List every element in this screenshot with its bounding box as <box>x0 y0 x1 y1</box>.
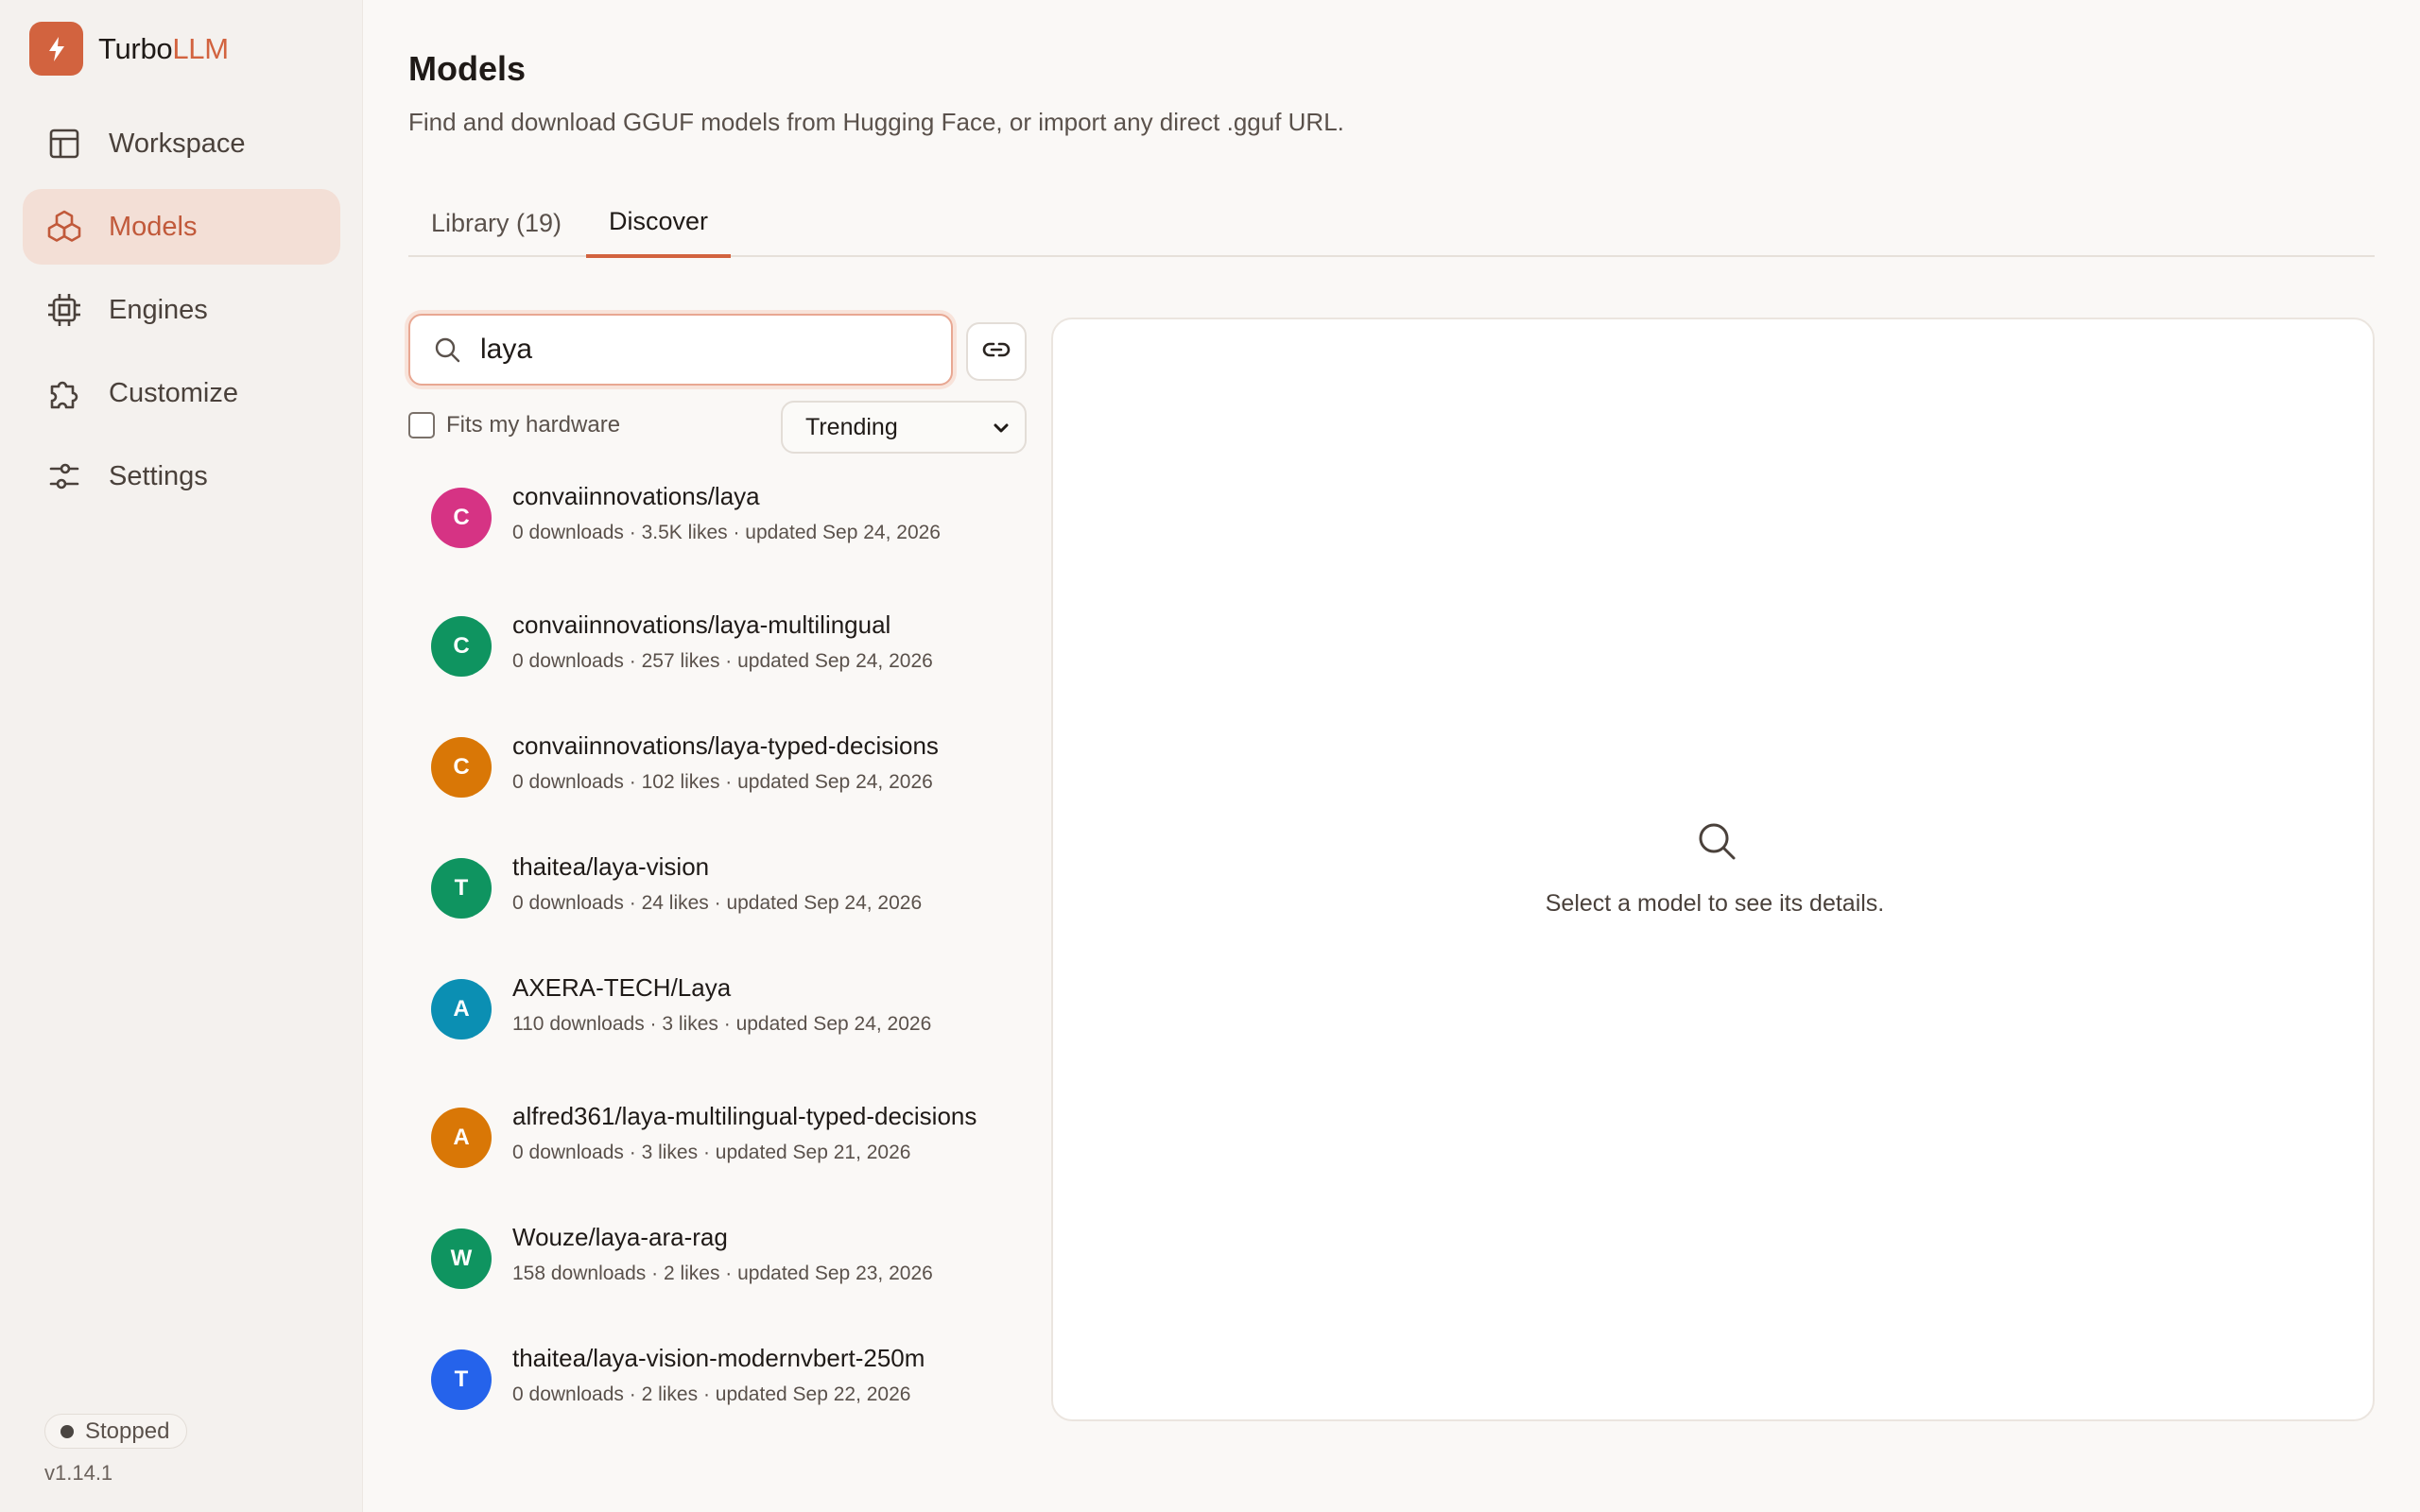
sort-selected-value: Trending <box>805 413 898 440</box>
brand-name: TurboLLM <box>98 31 229 65</box>
chevron-down-icon <box>991 418 1011 445</box>
avatar: C <box>431 488 492 548</box>
bolt-icon <box>29 22 83 76</box>
model-name: convaiinnovations/laya-typed-decisions <box>512 731 939 760</box>
sidebar-item-models[interactable]: Models <box>23 189 340 265</box>
sidebar-item-label: Models <box>109 211 198 242</box>
main-content: Models Find and download GGUF models fro… <box>408 0 2375 1512</box>
tab-bar: Library (19) Discover <box>408 189 2375 258</box>
import-url-button[interactable] <box>966 322 1027 381</box>
model-meta: 0 downloads · 2 likes · updated Sep 22, … <box>512 1383 911 1405</box>
sidebar-item-label: Customize <box>109 377 238 408</box>
avatar: A <box>431 1108 492 1168</box>
fits-hardware-label: Fits my hardware <box>446 412 621 438</box>
model-meta: 0 downloads · 3.5K likes · updated Sep 2… <box>512 522 941 543</box>
empty-state-text: Select a model to see its details. <box>1545 890 1885 917</box>
server-status-badge: Stopped <box>44 1414 188 1449</box>
search-input[interactable] <box>480 334 915 366</box>
layout-icon <box>45 125 83 163</box>
tab-library[interactable]: Library (19) <box>408 189 584 257</box>
model-meta: 158 downloads · 2 likes · updated Sep 23… <box>512 1263 933 1284</box>
list-item[interactable]: A alfred361/laya-multilingual-typed-deci… <box>408 1092 1032 1202</box>
model-detail-panel: Select a model to see its details. <box>1051 318 2375 1421</box>
sidebar-item-workspace[interactable]: Workspace <box>23 106 340 181</box>
model-name: convaiinnovations/laya <box>512 482 760 510</box>
puzzle-icon <box>45 374 83 412</box>
avatar: A <box>431 979 492 1040</box>
avatar: C <box>431 616 492 677</box>
model-name: alfred361/laya-multilingual-typed-decisi… <box>512 1102 977 1130</box>
cubes-icon <box>45 208 83 246</box>
avatar: T <box>431 858 492 919</box>
sliders-icon <box>45 457 83 495</box>
search-icon <box>1694 818 1739 864</box>
model-name: thaitea/laya-vision <box>512 852 710 881</box>
avatar: T <box>431 1349 492 1410</box>
model-name: Wouze/laya-ara-rag <box>512 1223 728 1251</box>
avatar: W <box>431 1228 492 1289</box>
model-meta: 0 downloads · 102 likes · updated Sep 24… <box>512 771 933 793</box>
list-item[interactable]: T thaitea/laya-vision 0 downloads · 24 l… <box>408 843 1032 953</box>
avatar: C <box>431 737 492 798</box>
app-version: v1.14.1 <box>44 1461 113 1485</box>
sidebar: TurboLLM Workspace Models Engines Custom… <box>0 0 363 1512</box>
model-name: AXERA-TECH/Laya <box>512 973 732 1002</box>
model-meta: 0 downloads · 24 likes · updated Sep 24,… <box>512 892 923 914</box>
status-dot-icon <box>60 1424 74 1438</box>
list-item[interactable]: C convaiinnovations/laya-multilingual 0 … <box>408 601 1032 711</box>
list-item[interactable]: W Wouze/laya-ara-rag 158 downloads · 2 l… <box>408 1213 1032 1323</box>
sidebar-nav: Workspace Models Engines Customize Setti… <box>23 106 340 522</box>
list-item[interactable]: C convaiinnovations/laya 0 downloads · 3… <box>408 472 1032 582</box>
list-item[interactable]: A AXERA-TECH/Laya 110 downloads · 3 like… <box>408 964 1032 1074</box>
model-name: convaiinnovations/laya-multilingual <box>512 610 891 639</box>
sidebar-item-label: Engines <box>109 294 208 325</box>
fits-hardware-filter: Fits my hardware <box>408 412 620 438</box>
fits-hardware-checkbox[interactable] <box>408 412 435 438</box>
sidebar-item-label: Workspace <box>109 128 246 159</box>
page-subtitle: Find and download GGUF models from Huggi… <box>408 108 1344 136</box>
tab-discover[interactable]: Discover <box>586 189 732 258</box>
list-item[interactable]: C convaiinnovations/laya-typed-decisions… <box>408 722 1032 832</box>
model-meta: 110 downloads · 3 likes · updated Sep 24… <box>512 1013 932 1035</box>
brand[interactable]: TurboLLM <box>29 22 229 76</box>
model-meta: 0 downloads · 3 likes · updated Sep 21, … <box>512 1142 911 1163</box>
search-box <box>408 314 953 386</box>
chip-icon <box>45 291 83 329</box>
model-meta: 0 downloads · 257 likes · updated Sep 24… <box>512 650 933 672</box>
sidebar-item-settings[interactable]: Settings <box>23 438 340 514</box>
link-icon <box>981 335 1011 369</box>
sidebar-item-label: Settings <box>109 460 208 491</box>
list-item[interactable]: T thaitea/laya-vision-modernvbert-250m 0… <box>408 1334 1032 1444</box>
search-icon <box>431 334 463 366</box>
sidebar-item-customize[interactable]: Customize <box>23 355 340 431</box>
status-text: Stopped <box>85 1418 170 1444</box>
sort-select[interactable]: Trending <box>781 401 1027 454</box>
model-name: thaitea/laya-vision-modernvbert-250m <box>512 1344 925 1372</box>
page-title: Models <box>408 49 527 88</box>
sidebar-item-engines[interactable]: Engines <box>23 272 340 348</box>
